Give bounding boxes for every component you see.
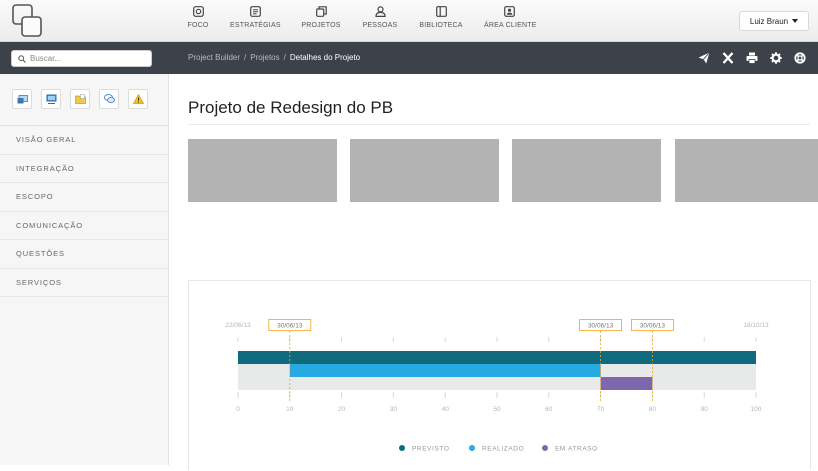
gantt-tick-label: 90 (701, 406, 709, 413)
nav-item-area-cliente[interactable]: ÁREA CLIENTE (484, 6, 537, 36)
legend-swatch (542, 445, 548, 451)
client-area-icon (503, 6, 515, 17)
gantt-chart: 0 10 20 30 40 50 60 70 80 90 100 22/06/13 18/10/13 30… (225, 319, 769, 453)
nav-label: PROJETOS (301, 22, 341, 29)
user-name: Luiz Braun (749, 16, 789, 26)
nav-item-pessoas[interactable]: PESSOAS (362, 6, 398, 36)
gantt-tick-label: 80 (649, 406, 657, 413)
title-divider (188, 124, 810, 125)
project-thumbnail[interactable] (512, 139, 661, 202)
user-menu-button[interactable]: Luiz Braun (739, 11, 809, 31)
legend-label: EM ATRASO (555, 446, 598, 453)
gantt-tick-label: 60 (545, 406, 553, 413)
secondary-toolbar: Project Builder/Projetos/Detalhes do Pro… (0, 42, 818, 74)
nav-label: FOCO (187, 22, 209, 29)
sidebar-item-questoes[interactable]: QUESTÕES (0, 240, 168, 269)
focus-icon (192, 6, 204, 17)
gantt-marker-label: 30/06/13 (277, 323, 303, 330)
breadcrumb-link[interactable]: Projetos (250, 53, 279, 62)
gantt-tick-label: 30 (390, 406, 398, 413)
gantt-tick-label: 100 (751, 406, 762, 413)
send-icon[interactable] (698, 52, 710, 64)
gantt-bar-realizado (289, 364, 601, 377)
gantt-chart-panel: 0 10 20 30 40 50 60 70 80 90 100 22/06/13 18/10/13 30… (188, 280, 811, 470)
sidebar-item-visao-geral[interactable]: VISÃO GERAL (0, 126, 168, 155)
gantt-tick-label: 50 (493, 406, 501, 413)
gantt-tick-label: 70 (597, 406, 605, 413)
legend-swatch (469, 445, 475, 451)
sidebar: VISÃO GERAL INTEGRAÇÃO ESCOPO COMUNICAÇÃ… (0, 74, 169, 465)
gantt-tick-label: 0 (236, 406, 240, 413)
gantt-tick-label: 20 (338, 406, 346, 413)
caret-down-icon (792, 19, 799, 23)
gear-icon[interactable] (770, 52, 782, 64)
excel-icon[interactable] (722, 52, 734, 64)
breadcrumb-separator: / (244, 53, 247, 62)
search-icon (18, 54, 26, 63)
gantt-tick-label: 10 (286, 406, 294, 413)
legend-label: PREVISTO (412, 446, 450, 453)
quick-action-warning[interactable] (128, 89, 148, 109)
presentation-icon (46, 94, 56, 104)
search-box[interactable] (11, 50, 152, 67)
sidebar-item-comunicacao[interactable]: COMUNICAÇÃO (0, 212, 168, 240)
breadcrumb: Project Builder / Projetos / Detalhes do Pro… (188, 53, 360, 62)
gantt-bar-previsto (238, 351, 756, 364)
nav-label: BIBLIOTECA (419, 22, 463, 29)
library-icon (435, 6, 447, 17)
projects-icon (315, 6, 327, 17)
quick-action-monitor[interactable] (12, 89, 32, 109)
gantt-marker-label: 30/06/13 (588, 323, 614, 330)
sidebar-item-escopo[interactable]: ESCOPO (0, 183, 168, 212)
gantt-bar-em-atraso (600, 377, 653, 390)
gantt-end-date-label: 18/10/13 (743, 322, 769, 329)
project-thumbnail[interactable] (188, 139, 337, 202)
nav-label: ESTRATÉGIAS (230, 22, 281, 29)
nav-item-estrategias[interactable]: ESTRATÉGIAS (230, 6, 281, 36)
gantt-tick-label: 40 (442, 406, 450, 413)
search-input[interactable] (30, 54, 150, 63)
nav-item-foco[interactable]: FOCO (186, 6, 210, 36)
gantt-start-date-label: 22/06/13 (225, 322, 251, 329)
nav-item-projetos[interactable]: PROJETOS (300, 6, 342, 36)
chat-icon (103, 94, 115, 103)
lifebuoy-icon[interactable] (794, 52, 806, 64)
app-logo[interactable] (12, 4, 42, 38)
nav-item-biblioteca[interactable]: BIBLIOTECA (418, 6, 464, 36)
legend-label: REALIZADO (482, 446, 524, 453)
breadcrumb-separator: / (283, 53, 286, 62)
sidebar-item-integracao[interactable]: INTEGRAÇÃO (0, 155, 168, 183)
folder-icon (74, 94, 86, 104)
quick-action-folder[interactable] (70, 89, 90, 109)
project-thumbnail[interactable] (675, 139, 818, 202)
gantt-row-track (238, 377, 756, 390)
gantt-marker-label: 30/06/13 (640, 323, 666, 330)
sidebar-menu: VISÃO GERAL INTEGRAÇÃO ESCOPO COMUNICAÇÃ… (0, 126, 168, 297)
quick-action-chat[interactable] (99, 89, 119, 109)
quick-actions (12, 89, 148, 109)
monitor-icon (17, 94, 28, 103)
warning-icon (132, 94, 144, 104)
quick-action-presentation[interactable] (41, 89, 61, 109)
top-header: FOCO ESTRATÉGIAS PROJETOS PESSOAS BIBLIO… (0, 0, 818, 42)
people-icon (374, 6, 386, 17)
breadcrumb-current: Detalhes do Projeto (289, 53, 361, 62)
breadcrumb-link[interactable]: Project Builder (188, 53, 240, 62)
print-icon[interactable] (746, 52, 758, 64)
project-thumbnail[interactable] (350, 139, 499, 202)
strategy-icon (249, 6, 261, 17)
nav-label: PESSOAS (362, 22, 398, 29)
sidebar-item-servicos[interactable]: SERVIÇOS (0, 269, 168, 297)
page-title: Projeto de Redesign do PB (188, 98, 394, 117)
nav-label: ÁREA CLIENTE (484, 22, 537, 29)
legend-swatch (399, 445, 405, 451)
